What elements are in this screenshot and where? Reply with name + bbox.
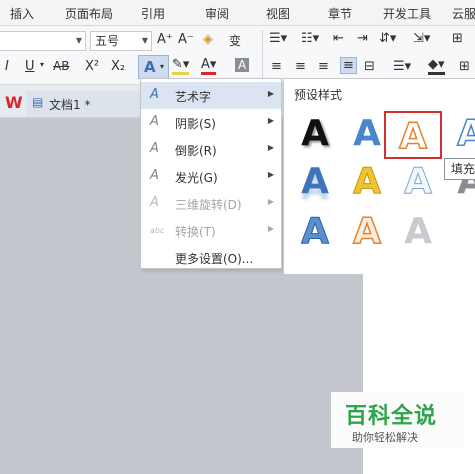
watermark-subtitle: 助你轻松解决 bbox=[352, 431, 418, 444]
align-right-icon[interactable]: ≡ bbox=[318, 59, 329, 74]
preset-blue-bevel[interactable]: A bbox=[286, 208, 344, 256]
justify-icon[interactable]: ≡ bbox=[340, 57, 357, 74]
preset-blue-reflection[interactable]: A bbox=[286, 158, 344, 206]
shading-fill-icon[interactable]: ◆▾ bbox=[428, 57, 445, 75]
wordart-icon: A bbox=[150, 87, 159, 102]
document-title: 文档1 * bbox=[49, 98, 91, 112]
glow-icon: A bbox=[150, 168, 159, 183]
border-icon[interactable]: ⊞ bbox=[459, 59, 470, 74]
increase-indent-icon[interactable]: ⇥ bbox=[357, 31, 368, 46]
menu-item-label: 更多设置(O)... bbox=[175, 252, 254, 266]
grow-font-button[interactable]: A⁺ bbox=[157, 32, 173, 47]
font-size-combo[interactable]: 五号 ▼ bbox=[90, 31, 152, 51]
italic-button[interactable]: I bbox=[5, 59, 9, 74]
preset-blue-outline-partial[interactable]: A bbox=[442, 110, 475, 158]
chevron-down-icon: ▾ bbox=[160, 62, 165, 71]
menu-item-3d-rotation[interactable]: A 三维旋转(D) ▶ bbox=[141, 190, 281, 217]
ribbon-separator bbox=[262, 30, 263, 80]
phonetic-guide-button[interactable]: 变 bbox=[229, 32, 241, 49]
clear-format-button[interactable]: ◈ bbox=[203, 32, 213, 47]
tab-review[interactable]: 审阅 bbox=[205, 5, 229, 22]
line-spacing-icon[interactable]: ☰▾ bbox=[393, 59, 411, 74]
text-effects-menu: A 艺术字 ▶ A 阴影(S) ▶ A 倒影(R) ▶ A 发光(G) ▶ A … bbox=[140, 78, 282, 269]
chinese-layout-icon[interactable]: ⇵▾ bbox=[379, 31, 396, 46]
menu-item-wordart[interactable]: A 艺术字 ▶ bbox=[141, 82, 281, 109]
distributed-icon[interactable]: ⊟ bbox=[364, 59, 375, 74]
align-left-icon[interactable]: ≡ bbox=[271, 59, 282, 74]
numbered-list-icon[interactable]: ☷▾ bbox=[301, 31, 319, 46]
tab-insert[interactable]: 插入 bbox=[10, 5, 34, 22]
font-name-combo[interactable]: ▼ bbox=[0, 31, 86, 51]
menu-item-label: 倒影(R) bbox=[175, 144, 217, 158]
menu-item-label: 转换(T) bbox=[175, 225, 216, 239]
superscript-button[interactable]: X² bbox=[85, 59, 99, 74]
chevron-right-icon: ▶ bbox=[267, 224, 274, 233]
preset-orange-outline[interactable]: A bbox=[384, 111, 442, 159]
preset-tooltip: 填充 bbox=[444, 158, 475, 180]
preset-gold-gradient[interactable]: A bbox=[338, 158, 396, 206]
menu-item-shadow[interactable]: A 阴影(S) ▶ bbox=[141, 109, 281, 136]
menu-item-more-settings[interactable]: 更多设置(O)... bbox=[141, 244, 281, 271]
shrink-font-button[interactable]: A⁻ bbox=[178, 32, 194, 47]
preset-light-blue-outline[interactable]: A bbox=[389, 158, 447, 206]
chevron-down-icon: ▼ bbox=[141, 36, 148, 45]
tab-references[interactable]: 引用 bbox=[141, 5, 165, 22]
font-size-value: 五号 bbox=[95, 34, 120, 48]
decrease-indent-icon[interactable]: ⇤ bbox=[333, 31, 344, 46]
show-marks-icon[interactable]: ⇲▾ bbox=[413, 31, 430, 46]
char-shading-button[interactable]: A bbox=[235, 58, 250, 72]
watermark: 百科全说 助你轻松解决 bbox=[331, 392, 463, 448]
chevron-right-icon: ▶ bbox=[267, 197, 274, 206]
wps-logo[interactable]: W bbox=[5, 93, 23, 112]
tab-developer[interactable]: 开发工具 bbox=[383, 5, 431, 22]
chevron-right-icon: ▶ bbox=[267, 170, 274, 179]
preset-gallery: A A A A A A A A A A A bbox=[284, 108, 475, 274]
tab-page-layout[interactable]: 页面布局 bbox=[65, 5, 113, 22]
font-color-button[interactable]: A▾ bbox=[201, 57, 217, 75]
strikethrough-button[interactable]: AB bbox=[53, 59, 69, 73]
ribbon-toolbar: ▼ 五号 ▼ A⁺ A⁻ ◈ 变 ☰▾ ☷▾ ⇤ ⇥ ⇵▾ ⇲▾ ⊞ I U ▾… bbox=[0, 26, 475, 85]
tab-view[interactable]: 视图 bbox=[266, 5, 290, 22]
menu-item-label: 发光(G) bbox=[175, 171, 218, 185]
preset-orange-outline-2[interactable]: A bbox=[338, 208, 396, 256]
subscript-button[interactable]: X₂ bbox=[111, 59, 125, 74]
chevron-right-icon: ▶ bbox=[267, 143, 274, 152]
font-color-icon: A bbox=[201, 57, 210, 72]
menu-item-label: 艺术字 bbox=[175, 90, 212, 104]
menu-item-label: 三维旋转(D) bbox=[175, 198, 242, 212]
preset-silver-gradient[interactable]: A bbox=[389, 208, 447, 256]
watermark-title: 百科全说 bbox=[345, 404, 438, 429]
highlight-button[interactable]: ✎▾ bbox=[172, 57, 190, 75]
reflection-icon: A bbox=[150, 141, 159, 156]
chevron-down-icon: ▼ bbox=[75, 36, 82, 45]
underline-button[interactable]: U bbox=[25, 59, 35, 74]
menu-item-label: 阴影(S) bbox=[175, 117, 216, 131]
chevron-right-icon: ▶ bbox=[267, 116, 274, 125]
shadow-icon: A bbox=[150, 114, 159, 129]
menu-item-glow[interactable]: A 发光(G) ▶ bbox=[141, 163, 281, 190]
tab-sections[interactable]: 章节 bbox=[328, 5, 352, 22]
menu-item-transform[interactable]: abc 转换(T) ▶ bbox=[141, 217, 281, 244]
transform-icon: abc bbox=[150, 226, 165, 235]
chevron-down-icon[interactable]: ▾ bbox=[40, 60, 44, 69]
sort-icon[interactable]: ⊞ bbox=[452, 31, 463, 46]
3d-rotation-icon: A bbox=[150, 195, 159, 210]
menu-item-reflection[interactable]: A 倒影(R) ▶ bbox=[141, 136, 281, 163]
menu-tab-bar: 插入 页面布局 引用 审阅 视图 章节 开发工具 云服 bbox=[0, 0, 475, 26]
presets-title: 预设样式 bbox=[294, 88, 343, 102]
preset-black-shadow[interactable]: A bbox=[286, 110, 344, 158]
wordart-icon: A bbox=[144, 58, 156, 76]
tab-cloud[interactable]: 云服 bbox=[452, 5, 475, 22]
align-center-icon[interactable]: ≡ bbox=[295, 59, 306, 74]
bullet-list-icon[interactable]: ☰▾ bbox=[269, 31, 287, 46]
document-icon: ▤ bbox=[32, 95, 44, 109]
text-effects-button[interactable]: A ▾ bbox=[138, 55, 169, 79]
chevron-right-icon: ▶ bbox=[267, 89, 274, 98]
